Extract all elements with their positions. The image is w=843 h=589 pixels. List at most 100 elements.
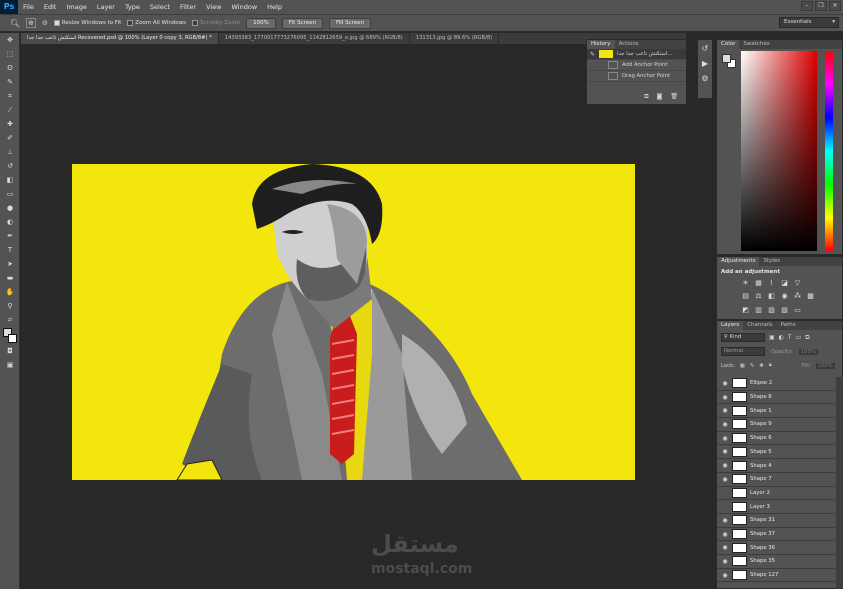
visibility-eye-icon[interactable]: ◉ — [721, 435, 729, 442]
visibility-eye-icon[interactable]: ◉ — [721, 476, 729, 483]
layer-row[interactable]: ◉ Shape 1 — [717, 404, 835, 419]
layer-row[interactable]: ◉ Shape 8 — [717, 391, 835, 405]
menu-layer[interactable]: Layer — [92, 0, 120, 14]
posterize-icon[interactable]: ▥ — [754, 306, 763, 315]
filter-pixel-icon[interactable]: ▣ — [769, 334, 775, 341]
actions-play-icon[interactable]: ▶ — [699, 58, 711, 70]
checkbox-box[interactable] — [53, 20, 60, 26]
zoom-out-icon[interactable]: ⊖ — [42, 19, 48, 27]
history-brush-tool-icon[interactable]: ↺ — [3, 160, 17, 173]
filter-adjust-icon[interactable]: ◐ — [779, 334, 784, 341]
zoom-all-windows-checkbox[interactable]: Zoom All Windows — [127, 20, 186, 26]
restore-button[interactable]: ❐ — [815, 1, 827, 11]
tab-document-3[interactable]: 131313.jpg @ 89.6% (RGB/8) — [410, 33, 500, 44]
checkbox-box[interactable] — [127, 20, 134, 26]
layers-scrollbar[interactable] — [836, 377, 843, 589]
threshold-icon[interactable]: ▨ — [767, 306, 776, 315]
visibility-eye-icon[interactable]: ◉ — [721, 380, 729, 387]
resize-windows-checkbox[interactable]: Resize Windows to Fit — [53, 20, 121, 26]
fill-input[interactable]: 100% — [815, 362, 835, 369]
menu-image[interactable]: Image — [61, 0, 91, 14]
history-row[interactable]: Add Anchor Point — [587, 60, 686, 71]
tab-document-1[interactable]: استكتش تاعب جدا جدا Recovered.psd @ 100%… — [21, 33, 219, 44]
layer-row[interactable]: ◉ Shape 37 — [717, 528, 835, 542]
menu-view[interactable]: View — [201, 0, 226, 14]
gradient-map-icon[interactable]: ▭ — [793, 306, 802, 315]
layer-row[interactable]: ◉ Shape 31 — [717, 514, 835, 528]
tab-channels[interactable]: Channels — [743, 321, 776, 330]
filter-shape-icon[interactable]: ▭ — [796, 334, 802, 341]
color-lookup-icon[interactable]: ▩ — [806, 292, 815, 301]
snapshot-camera-icon[interactable]: ◙ — [657, 93, 663, 101]
menu-edit[interactable]: Edit — [39, 0, 62, 14]
visibility-eye-icon[interactable]: ◉ — [721, 558, 729, 565]
visibility-eye-icon[interactable]: ◉ — [721, 572, 729, 579]
eraser-tool-icon[interactable]: ◧ — [3, 174, 17, 187]
tab-layers[interactable]: Layers — [717, 321, 744, 330]
swap-colors-icon[interactable]: ⇄ — [3, 314, 17, 327]
tab-document-2[interactable]: 14393383_1770017773276095_1142812659_o.j… — [219, 33, 410, 44]
history-row[interactable]: Drag Anchor Point — [587, 71, 686, 82]
layer-row[interactable]: Layer 3 — [717, 500, 835, 514]
blur-tool-icon[interactable]: ● — [3, 202, 17, 215]
visibility-eye-icon[interactable]: ◉ — [721, 421, 729, 428]
tab-swatches[interactable]: Swatches — [739, 40, 773, 49]
tab-adjustments[interactable]: Adjustments — [717, 257, 760, 266]
zoom-in-icon[interactable]: ⊕ — [26, 18, 37, 28]
layer-row[interactable]: ◉ Shape 36 — [717, 541, 835, 556]
hand-tool-icon[interactable]: ✋ — [3, 286, 17, 299]
history-panel-icon[interactable]: ↺ — [699, 43, 711, 55]
document-canvas[interactable] — [72, 164, 635, 480]
black-white-icon[interactable]: ◧ — [767, 292, 776, 301]
history-brush-icon[interactable]: ✎ — [590, 51, 595, 58]
workspace-select[interactable]: Essentials ▾ — [779, 17, 839, 28]
tab-paths[interactable]: Paths — [777, 321, 800, 330]
menu-file[interactable]: File — [18, 0, 39, 14]
opacity-input[interactable]: 100% — [798, 348, 818, 355]
move-tool-icon[interactable]: ✥ — [3, 34, 17, 47]
tab-history[interactable]: History — [587, 40, 615, 49]
zoom-100-button[interactable]: 100% — [246, 17, 276, 29]
blend-mode-select[interactable]: Normal — [721, 347, 765, 356]
layer-row[interactable]: ◉ Shape 35 — [717, 555, 835, 569]
layer-row[interactable]: ◉ Shape 4 — [717, 459, 835, 473]
crop-tool-icon[interactable]: ⌗ — [3, 90, 17, 103]
color-balance-icon[interactable]: ⚖ — [754, 292, 763, 301]
quick-select-tool-icon[interactable]: ✎ — [3, 76, 17, 89]
layer-row[interactable]: ◉ Shape 6 — [717, 432, 835, 446]
minimize-button[interactable]: – — [801, 1, 813, 11]
marquee-tool-icon[interactable]: ⬚ — [3, 48, 17, 61]
layer-row[interactable]: ◉ Shape 127 — [717, 569, 835, 583]
healing-brush-tool-icon[interactable]: ✚ — [3, 118, 17, 131]
shape-tool-icon[interactable]: ▬ — [3, 272, 17, 285]
foreground-color-chip[interactable] — [722, 54, 731, 63]
lock-all-icon[interactable]: 🔒︎ — [769, 362, 772, 369]
eyedropper-tool-icon[interactable]: ⁄ — [3, 104, 17, 117]
layer-row[interactable]: Layer 2 — [717, 487, 835, 501]
lock-pixels-icon[interactable]: ▦ — [740, 363, 745, 369]
lasso-tool-icon[interactable]: ʘ — [3, 62, 17, 75]
clone-stamp-tool-icon[interactable]: ⊥ — [3, 146, 17, 159]
scrubby-zoom-checkbox[interactable]: Scrubby Zoom — [192, 20, 240, 26]
layer-row[interactable]: ◉ Shape 9 — [717, 418, 835, 432]
brush-tool-icon[interactable]: ✐ — [3, 132, 17, 145]
vibrance-icon[interactable]: ▽ — [793, 279, 802, 288]
lock-brush-icon[interactable]: ✎ — [750, 363, 754, 369]
kind-filter-select[interactable]: ⚲ Kind — [721, 333, 765, 342]
fit-screen-button[interactable]: Fit Screen — [281, 17, 323, 29]
layer-row[interactable]: ◉ Shape 7 — [717, 473, 835, 487]
pen-tool-icon[interactable]: ✒ — [3, 230, 17, 243]
zoom-tool-icon[interactable]: ⚲ — [3, 300, 17, 313]
invert-icon[interactable]: ◩ — [741, 306, 750, 315]
checkbox-box[interactable] — [192, 20, 199, 26]
layer-row[interactable]: ◉ Ellipse 2 — [717, 377, 835, 391]
layer-row[interactable]: ◉ Shape 5 — [717, 446, 835, 460]
exposure-icon[interactable]: ◪ — [780, 279, 789, 288]
visibility-eye-icon[interactable]: ◉ — [721, 448, 729, 455]
tab-actions[interactable]: Actions — [615, 40, 643, 49]
filter-type-icon[interactable]: T — [788, 334, 792, 341]
lock-move-icon[interactable]: ✥ — [759, 363, 763, 369]
levels-icon[interactable]: ▦ — [754, 279, 763, 288]
tab-styles[interactable]: Styles — [759, 257, 784, 266]
type-tool-icon[interactable]: T — [3, 244, 17, 257]
